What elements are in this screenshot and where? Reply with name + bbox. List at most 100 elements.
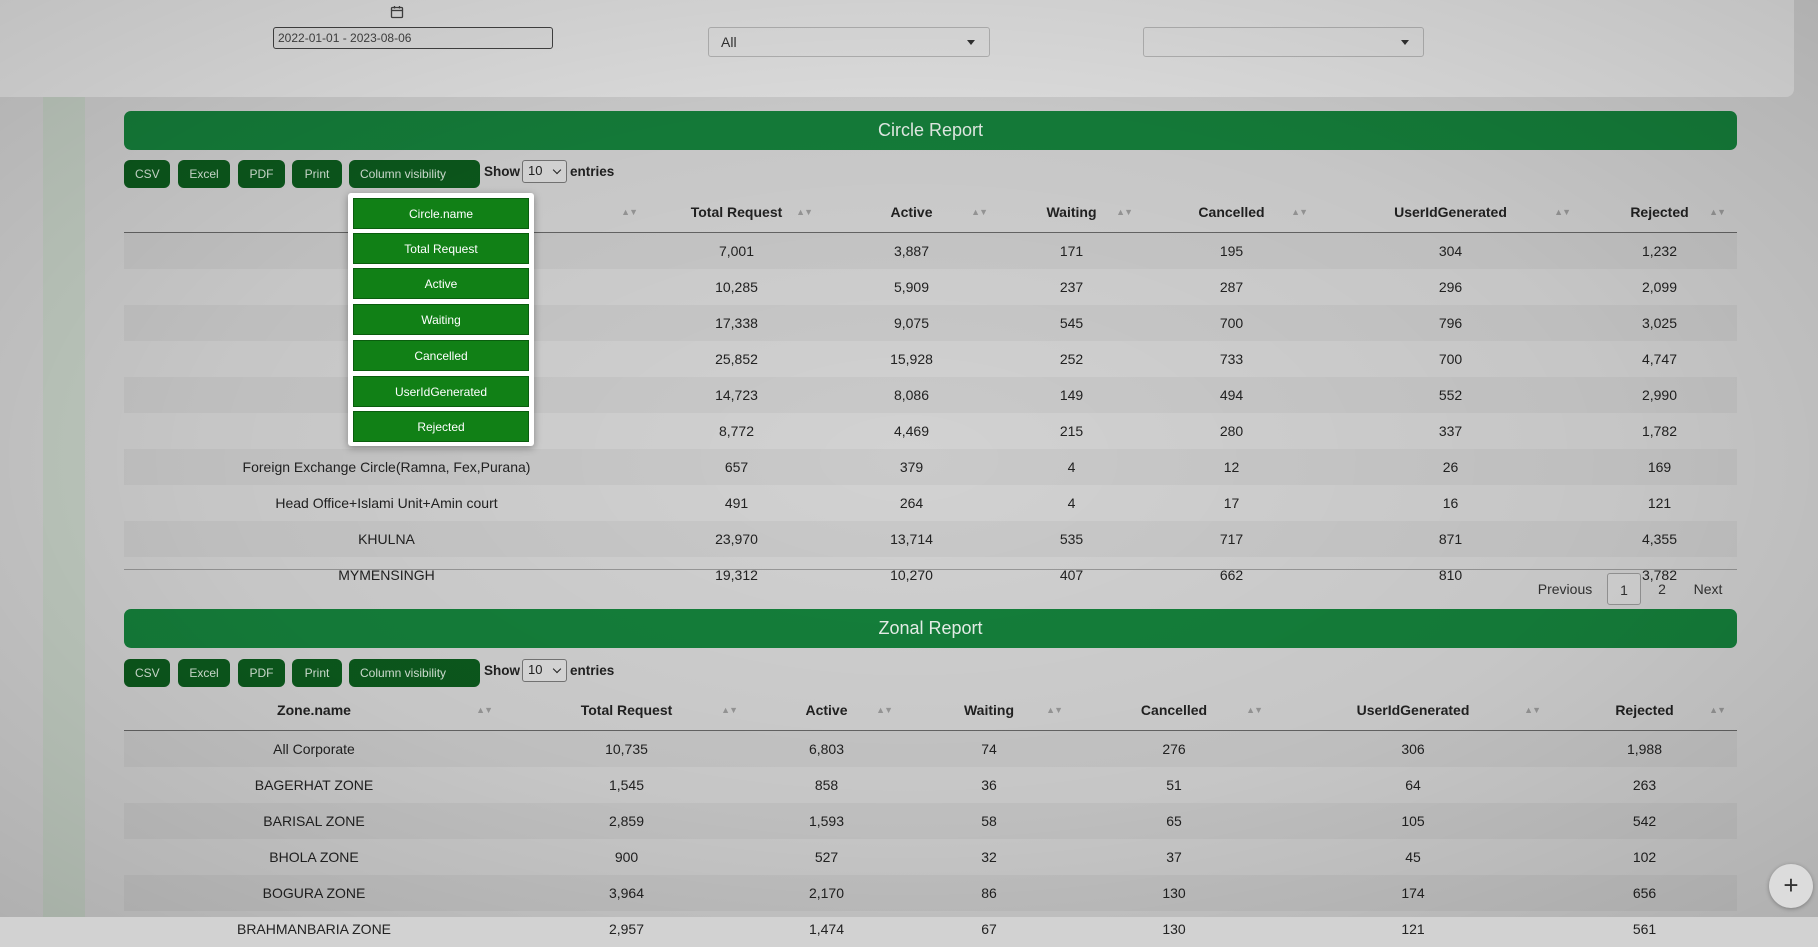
colvis-item-rejected[interactable]: Rejected (353, 411, 529, 442)
cell-value: 535 (999, 521, 1144, 557)
cell-value: 26 (1319, 449, 1582, 485)
cell-value: 45 (1274, 839, 1552, 875)
add-fab-button[interactable]: + (1769, 864, 1813, 908)
cell-value: 545 (999, 305, 1144, 341)
colvis-item-circle-name[interactable]: Circle.name (353, 198, 529, 229)
col-header-rejected[interactable]: Rejected▲▼ (1582, 192, 1737, 233)
sort-icon: ▲▼ (1291, 207, 1307, 217)
calendar-icon (390, 5, 404, 19)
table-row: Head Office+Islami Unit+Amin court491264… (124, 485, 1737, 521)
csv-button[interactable]: CSV (124, 160, 170, 188)
status-select[interactable]: All (708, 27, 990, 57)
cell-name: BARISAL ZONE (124, 803, 504, 839)
cell-value: 296 (1319, 269, 1582, 305)
col-header-waiting[interactable]: Waiting▲▼ (999, 192, 1144, 233)
cell-value: 871 (1319, 521, 1582, 557)
col-header-useridgenerated[interactable]: UserIdGenerated▲▼ (1274, 690, 1552, 731)
cell-value: 304 (1319, 233, 1582, 270)
cell-value: 74 (904, 731, 1074, 768)
chevron-down-icon (1401, 40, 1409, 45)
table-row: BRAHMANBARIA ZONE2,9571,47467130121561 (124, 911, 1737, 947)
pagination-previous[interactable]: Previous (1530, 573, 1600, 605)
cell-value: 51 (1074, 767, 1274, 803)
cell-value: 23,970 (649, 521, 824, 557)
cell-value: 17,338 (649, 305, 824, 341)
colvis-item-waiting[interactable]: Waiting (353, 304, 529, 335)
column-visibility-button[interactable]: Column visibility (349, 160, 480, 188)
col-header-total-request[interactable]: Total Request▲▼ (649, 192, 824, 233)
cell-value: 264 (824, 485, 999, 521)
cell-value: 14,723 (649, 377, 824, 413)
cell-value: 700 (1144, 305, 1319, 341)
col-header-active[interactable]: Active▲▼ (749, 690, 904, 731)
cell-value: 8,086 (824, 377, 999, 413)
col-header-cancelled[interactable]: Cancelled▲▼ (1074, 690, 1274, 731)
cell-value: 337 (1319, 413, 1582, 449)
excel-button[interactable]: Excel (178, 659, 230, 687)
cell-value: 15,928 (824, 341, 999, 377)
entries-select[interactable]: 10 (522, 659, 567, 682)
pagination-page-2[interactable]: 2 (1647, 573, 1677, 605)
table-row: MYMENSINGH19,31210,2704076628103,782 (124, 557, 1737, 593)
col-header-rejected[interactable]: Rejected▲▼ (1552, 690, 1737, 731)
sort-icon: ▲▼ (876, 705, 892, 715)
colvis-item-active[interactable]: Active (353, 268, 529, 299)
cell-name: MYMENSINGH (124, 557, 649, 593)
cell-value: 796 (1319, 305, 1582, 341)
pagination-page-1[interactable]: 1 (1607, 573, 1641, 605)
colvis-item-total-request[interactable]: Total Request (353, 233, 529, 264)
col-header-active[interactable]: Active▲▼ (824, 192, 999, 233)
column-visibility-button[interactable]: Column visibility (349, 659, 480, 687)
excel-button[interactable]: Excel (178, 160, 230, 188)
cell-value: 10,285 (649, 269, 824, 305)
secondary-select[interactable] (1143, 27, 1424, 57)
cell-value: 171 (999, 233, 1144, 270)
cell-name: BOGURA ZONE (124, 875, 504, 911)
cell-value: 67 (904, 911, 1074, 947)
csv-button[interactable]: CSV (124, 659, 170, 687)
table-row: All Corporate10,7356,803742763061,988 (124, 731, 1737, 768)
cell-value: 287 (1144, 269, 1319, 305)
table-row: BHOLA ZONE900527323745102 (124, 839, 1737, 875)
cell-value: 4,747 (1582, 341, 1737, 377)
sort-icon: ▲▼ (1554, 207, 1570, 217)
cell-value: 527 (749, 839, 904, 875)
cell-value: 64 (1274, 767, 1552, 803)
cell-value: 1,593 (749, 803, 904, 839)
sort-icon: ▲▼ (621, 207, 637, 217)
cell-name: BAGERHAT ZONE (124, 767, 504, 803)
sort-icon: ▲▼ (971, 207, 987, 217)
cell-value: 105 (1274, 803, 1552, 839)
col-header-cancelled[interactable]: Cancelled▲▼ (1144, 192, 1319, 233)
cell-value: 1,232 (1582, 233, 1737, 270)
col-header-zone-name[interactable]: Zone.name▲▼ (124, 690, 504, 731)
cell-name: BHOLA ZONE (124, 839, 504, 875)
cell-value: 4 (999, 485, 1144, 521)
col-header-useridgenerated[interactable]: UserIdGenerated▲▼ (1319, 192, 1582, 233)
cell-value: 58 (904, 803, 1074, 839)
pdf-button[interactable]: PDF (238, 659, 285, 687)
cell-value: 9,075 (824, 305, 999, 341)
cell-value: 3,025 (1582, 305, 1737, 341)
cell-value: 263 (1552, 767, 1737, 803)
col-header-total-request[interactable]: Total Request▲▼ (504, 690, 749, 731)
date-range-input[interactable] (273, 27, 553, 49)
cell-value: 16 (1319, 485, 1582, 521)
cell-name: Head Office+Islami Unit+Amin court (124, 485, 649, 521)
cell-value: 552 (1319, 377, 1582, 413)
print-button[interactable]: Print (292, 659, 342, 687)
print-button[interactable]: Print (292, 160, 342, 188)
cell-value: 900 (504, 839, 749, 875)
pagination-next[interactable]: Next (1683, 573, 1733, 605)
cell-value: 2,170 (749, 875, 904, 911)
circle-report-title: Circle Report (124, 111, 1737, 150)
colvis-item-cancelled[interactable]: Cancelled (353, 340, 529, 371)
col-header-waiting[interactable]: Waiting▲▼ (904, 690, 1074, 731)
cell-name: All Corporate (124, 731, 504, 768)
colvis-item-useridgenerated[interactable]: UserIdGenerated (353, 376, 529, 407)
cell-value: 19,312 (649, 557, 824, 593)
entries-select[interactable]: 10 (522, 160, 567, 183)
cell-value: 306 (1274, 731, 1552, 768)
cell-value: 1,782 (1582, 413, 1737, 449)
pdf-button[interactable]: PDF (238, 160, 285, 188)
